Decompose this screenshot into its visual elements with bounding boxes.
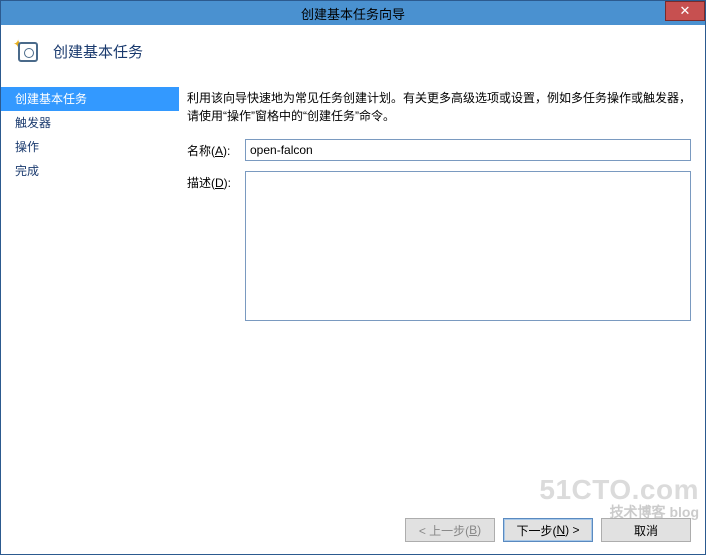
wizard-sidebar: 创建基本任务 触发器 操作 完成 <box>1 77 179 536</box>
close-icon: ✕ <box>680 3 691 19</box>
back-button: < 上一步(B) <box>405 518 495 542</box>
description-label: 描述(D): <box>187 171 245 191</box>
sidebar-item-finish[interactable]: 完成 <box>1 159 179 183</box>
sidebar-item-label: 完成 <box>15 164 39 178</box>
description-row: 描述(D): <box>187 171 691 321</box>
next-button[interactable]: 下一步(N) > <box>503 518 593 542</box>
wizard-header: 创建基本任务 <box>1 25 705 77</box>
titlebar: 创建基本任务向导 ✕ <box>1 1 705 25</box>
name-row: 名称(A): <box>187 139 691 161</box>
sidebar-item-trigger[interactable]: 触发器 <box>1 111 179 135</box>
wizard-main: 利用该向导快速地为常见任务创建计划。有关更多高级选项或设置，例如多任务操作或触发… <box>179 77 705 536</box>
sidebar-item-label: 触发器 <box>15 116 51 130</box>
name-input[interactable] <box>245 139 691 161</box>
wizard-window: 创建基本任务向导 ✕ 创建基本任务 创建基本任务 触发器 操作 完成 <box>0 0 706 555</box>
sidebar-item-create-task[interactable]: 创建基本任务 <box>1 87 179 111</box>
task-clock-icon <box>15 39 39 63</box>
close-button[interactable]: ✕ <box>665 1 705 21</box>
sidebar-item-label: 操作 <box>15 140 39 154</box>
intro-text: 利用该向导快速地为常见任务创建计划。有关更多高级选项或设置，例如多任务操作或触发… <box>187 89 691 125</box>
cancel-button[interactable]: 取消 <box>601 518 691 542</box>
wizard-body: 创建基本任务 触发器 操作 完成 利用该向导快速地为常见任务创建计划。有关更多高… <box>1 77 705 536</box>
sidebar-item-action[interactable]: 操作 <box>1 135 179 159</box>
window-title: 创建基本任务向导 <box>301 4 405 23</box>
sidebar-item-label: 创建基本任务 <box>15 92 87 106</box>
wizard-footer: < 上一步(B) 下一步(N) > 取消 <box>405 518 691 542</box>
description-input[interactable] <box>245 171 691 321</box>
wizard-header-title: 创建基本任务 <box>53 41 143 62</box>
name-label: 名称(A): <box>187 139 245 159</box>
